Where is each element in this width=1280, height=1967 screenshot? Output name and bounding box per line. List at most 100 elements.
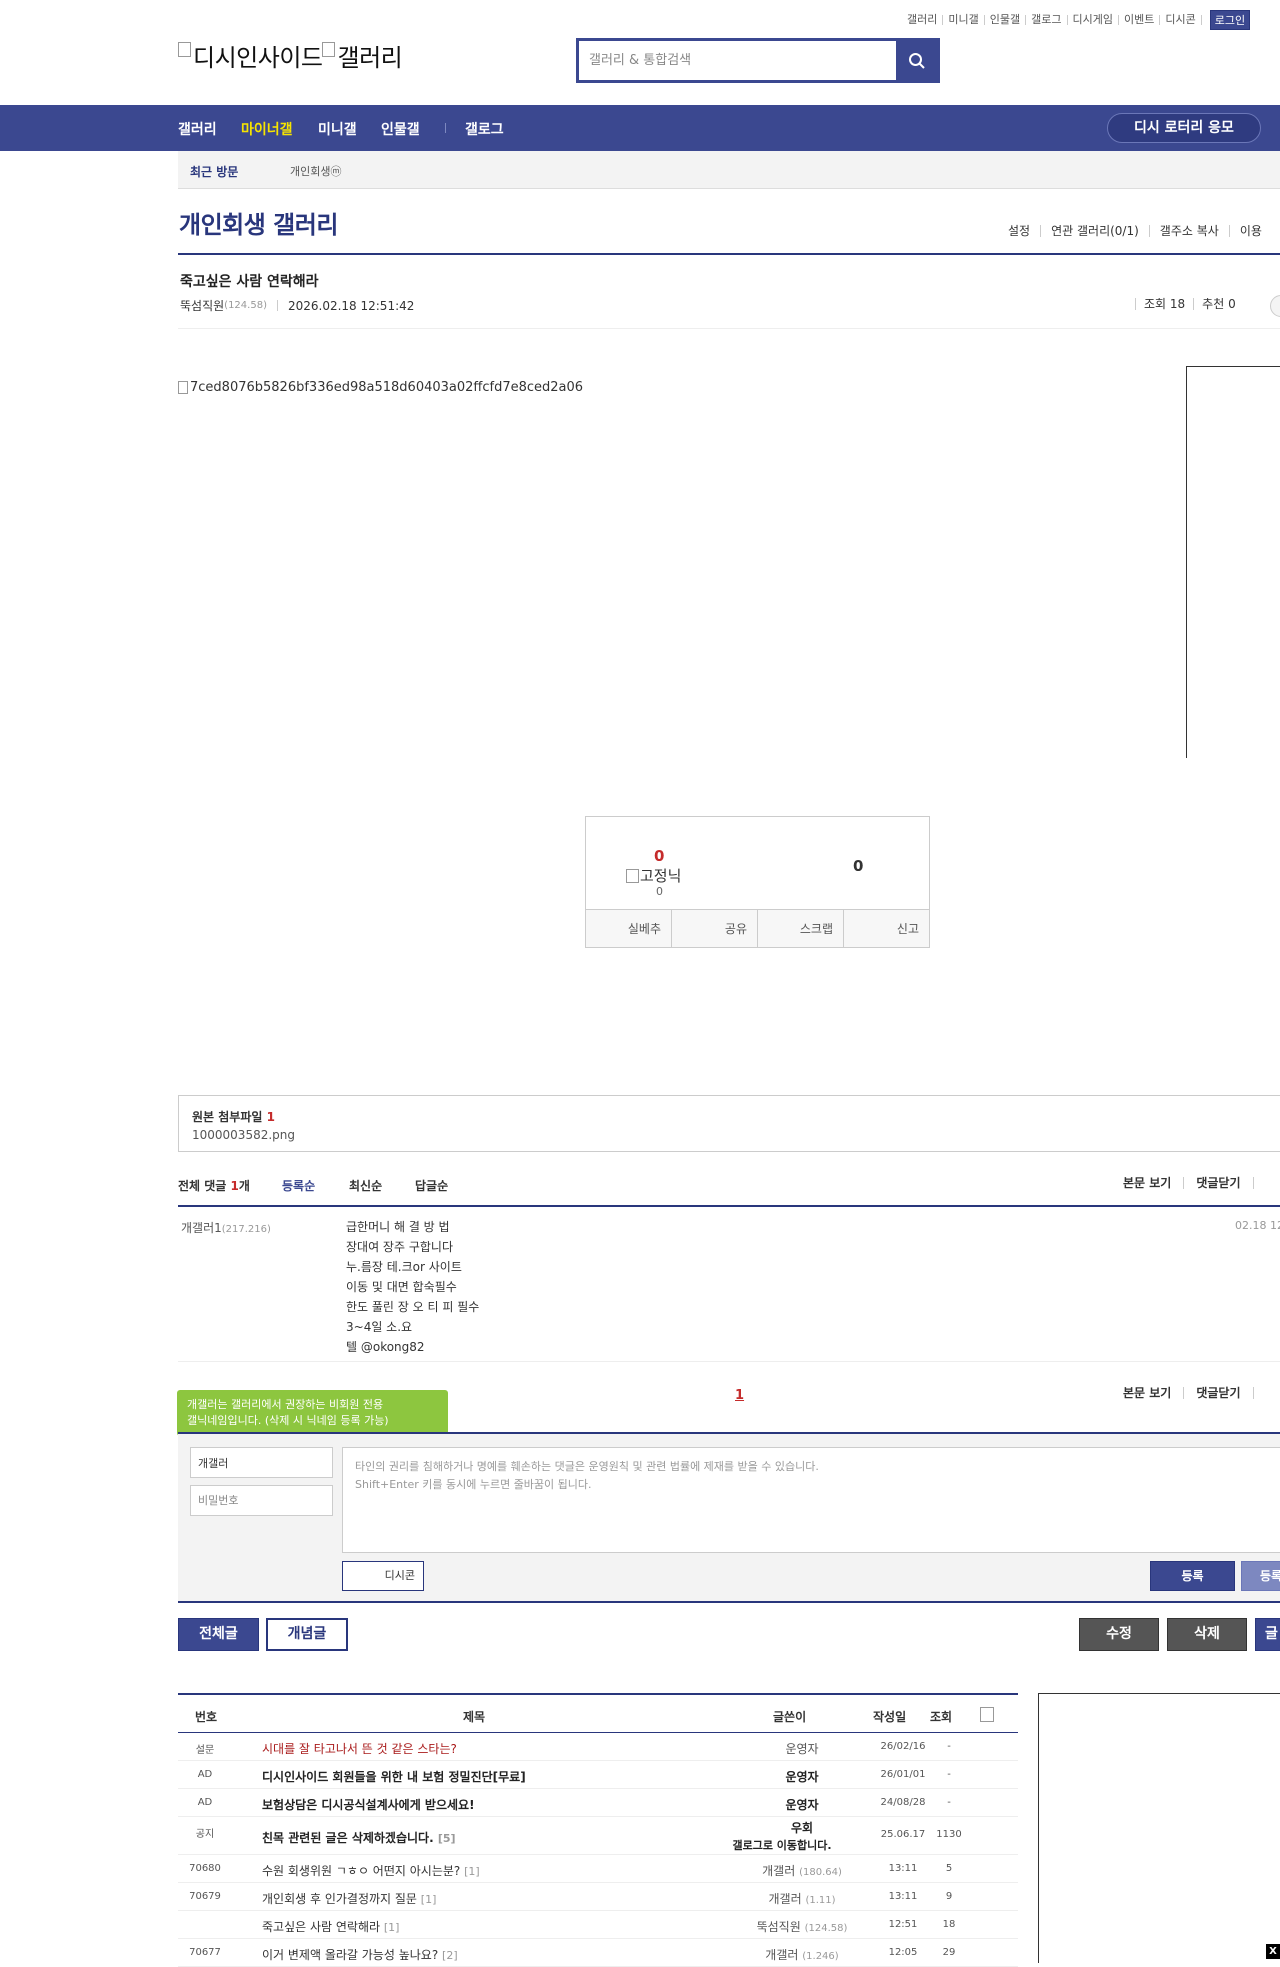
close-comments-link[interactable]: 댓글닫기 (1196, 1387, 1254, 1399)
comment-footer-links: 본문 보기 댓글닫기 (1123, 1387, 1266, 1399)
post-title: 죽고싶은 사람 연락해라 (180, 274, 319, 290)
share-button[interactable] (1270, 295, 1280, 317)
sort-registered[interactable]: 등록순 (282, 1177, 315, 1194)
top-link-gallery[interactable]: 갤러리 (902, 14, 944, 25)
row-title[interactable]: 개인회생 후 인가결정까지 질문 [1] (262, 1890, 436, 1907)
post-image: 7ced8076b5826bf336ed98a518d60403a02ffcfd… (178, 380, 583, 395)
divider (178, 1361, 1280, 1362)
post-writer[interactable]: 뚝섬직원 (180, 297, 224, 314)
nav-mini-gallery[interactable]: 미니갤 (318, 119, 357, 139)
best-posts-button[interactable]: 개념글 (266, 1618, 348, 1651)
logo-alt-text: 디시인사이드 (193, 44, 323, 72)
table-row[interactable]: 70680 수원 회생위원 ㄱㅎㅇ 어떤지 아시는분? [1] 개갤러 (180.6… (178, 1855, 1018, 1883)
site-logo[interactable]: 디시인사이드 갤러리 (178, 38, 403, 73)
real-best-button[interactable]: 실베추 (586, 910, 671, 947)
nav-gallery[interactable]: 갤러리 (178, 119, 217, 139)
gallery-menu: 설정 연관 갤러리(0/1) 갤주소 복사 이용 (1008, 225, 1272, 237)
gallog-tooltip: 갤로그로 이동합니다. (732, 1839, 832, 1852)
lottery-button[interactable]: 디시 로터리 응모 (1107, 113, 1261, 143)
copy-address-link[interactable]: 갤주소 복사 (1148, 225, 1229, 237)
table-row[interactable]: 죽고싶은 사람 연락해라 [1] 뚝섬직원 (124.58) 12:51 18 (178, 1911, 1018, 1939)
register-reply-button[interactable]: 등록 (1241, 1561, 1280, 1591)
comment-writer[interactable]: 개갤러1(217.216) (181, 1219, 271, 1236)
attachment-box: 원본 첨부파일 1 1000003582.png (178, 1095, 1280, 1152)
top-link-mini[interactable]: 미니갤 (943, 14, 985, 25)
row-number: 70680 (189, 1863, 221, 1874)
comment-form: 디시콘 등록 등록 (178, 1434, 1280, 1602)
row-title[interactable]: 수원 회생위원 ㄱㅎㅇ 어떤지 아시는분? [1] (262, 1862, 480, 1879)
gallery-settings-link[interactable]: 설정 (1008, 225, 1040, 237)
close-comments-link[interactable]: 댓글닫기 (1196, 1177, 1254, 1189)
top-link-dccon[interactable]: 디시콘 (1160, 14, 1202, 25)
recommend-down-count[interactable]: 0 (853, 857, 863, 875)
row-title[interactable]: 디시인사이드 회원들을 위한 내 보험 정밀진단[무료] (262, 1768, 526, 1785)
recent-visit-title[interactable]: 최근 방문 (190, 163, 238, 180)
register-button[interactable]: 등록 (1150, 1561, 1235, 1591)
table-row[interactable]: 70677 이거 변제액 올라갈 가능성 높나요? [2] 개갤러 (1.246) 1… (178, 1939, 1018, 1967)
view-body-link[interactable]: 본문 보기 (1123, 1177, 1185, 1189)
row-writer[interactable]: 운영자 (722, 1740, 882, 1757)
scrap-button[interactable]: 스크랩 (757, 910, 843, 947)
sort-latest[interactable]: 최신순 (349, 1177, 382, 1194)
nav-person-gallery[interactable]: 인물갤 (381, 119, 420, 139)
row-writer[interactable]: 개갤러 (1.246) (722, 1946, 882, 1963)
row-writer-ip: (1.246) (802, 1951, 839, 1962)
edit-button[interactable]: 수정 (1079, 1618, 1159, 1651)
fixed-nick-recommend[interactable]: 고정닉 (626, 865, 681, 886)
recommend-up-count: 0 (654, 847, 665, 865)
row-title[interactable]: 보험상담은 디시공식설계사에게 받으세요! (262, 1796, 475, 1813)
search-button[interactable] (896, 41, 937, 80)
row-writer[interactable]: 운영자 (722, 1768, 882, 1785)
top-link-event[interactable]: 이벤트 (1119, 14, 1161, 25)
row-title[interactable]: 친목 관련된 글은 삭제하겠습니다. [5] (262, 1829, 456, 1846)
post-image-alt: 7ced8076b5826bf336ed98a518d60403a02ffcfd… (190, 380, 584, 395)
sort-reply[interactable]: 답글순 (415, 1177, 448, 1194)
password-field[interactable] (190, 1485, 333, 1516)
nav-minor-gallery[interactable]: 마이너갤 (241, 119, 293, 139)
post-list-body: 설문 시대를 잘 타고나서 뜬 것 같은 스타는? 운영자 26/02/16- AD… (178, 1733, 1018, 1967)
delete-button[interactable]: 삭제 (1167, 1618, 1247, 1651)
row-writer[interactable]: 운영자 (722, 1796, 882, 1813)
share-action-button[interactable]: 공유 (671, 910, 757, 947)
top-link-gallog[interactable]: 갤로그 (1026, 14, 1068, 25)
row-views: 1130 (936, 1829, 962, 1840)
row-number: 공지 (195, 1829, 215, 1840)
related-gallery-link[interactable]: 연관 갤러리(0/1) (1040, 225, 1149, 237)
divider (178, 253, 1280, 255)
login-button[interactable]: 로그인 (1209, 10, 1251, 30)
view-body-link[interactable]: 본문 보기 (1123, 1387, 1185, 1399)
row-title[interactable]: 이거 변제액 올라갈 가능성 높나요? [2] (262, 1946, 458, 1963)
recent-visit-item[interactable]: 개인회생ⓜ (290, 163, 341, 179)
usage-link[interactable]: 이용 (1228, 225, 1272, 237)
search-input[interactable] (579, 41, 896, 80)
col-writer: 글쓴이 (773, 1710, 807, 1724)
table-row[interactable]: AD 보험상담은 디시공식설계사에게 받으세요! 운영자 24/08/28- (178, 1789, 1018, 1817)
nav-gallog[interactable]: 갤로그 (465, 119, 504, 139)
attachment-file-link[interactable]: 1000003582.png (192, 1128, 295, 1142)
table-row[interactable]: 70679 개인회생 후 인가결정까지 질문 [1] 개갤러 (1.11) 13:11… (178, 1883, 1018, 1911)
row-writer[interactable]: 개갤러 (1.11) (722, 1890, 882, 1907)
table-row[interactable]: AD 디시인사이드 회원들을 위한 내 보험 정밀진단[무료] 운영자 26/01… (178, 1761, 1018, 1789)
row-writer[interactable]: 개갤러 (180.64) (722, 1862, 882, 1879)
report-button[interactable]: 신고 (843, 910, 929, 947)
row-writer[interactable]: 우회 갤로그로 이동합니다. (722, 1819, 882, 1853)
nickname-field[interactable] (190, 1447, 333, 1478)
comment-textarea[interactable] (342, 1447, 1280, 1553)
row-reply-count: [1] (383, 1921, 400, 1934)
table-row[interactable]: 설문 시대를 잘 타고나서 뜬 것 같은 스타는? 운영자 26/02/16- (178, 1733, 1018, 1761)
row-title[interactable]: 시대를 잘 타고나서 뜬 것 같은 스타는? (262, 1740, 457, 1757)
write-button[interactable]: 글 (1255, 1618, 1280, 1651)
row-title[interactable]: 죽고싶은 사람 연락해라 [1] (262, 1918, 399, 1935)
top-link-dcgame[interactable]: 디시게임 (1068, 14, 1119, 25)
top-link-person[interactable]: 인물갤 (985, 14, 1027, 25)
post-meta: 뚝섬직원 (124.58) 2026.02.18 12:51:42 (180, 297, 414, 314)
dccon-button[interactable]: 디시콘 (342, 1561, 424, 1591)
row-writer[interactable]: 뚝섬직원 (124.58) (722, 1918, 882, 1935)
col-title: 제목 (463, 1710, 486, 1724)
page-number-current[interactable]: 1 (735, 1388, 744, 1403)
row-views: 18 (942, 1919, 956, 1930)
table-row[interactable]: 공지 친목 관련된 글은 삭제하겠습니다. [5] 우회 갤로그로 이동합니다. 25… (178, 1817, 1018, 1855)
gallery-title[interactable]: 개인회생 갤러리 (179, 205, 338, 240)
close-icon[interactable]: X (1266, 1944, 1280, 1959)
all-posts-button[interactable]: 전체글 (178, 1618, 259, 1651)
